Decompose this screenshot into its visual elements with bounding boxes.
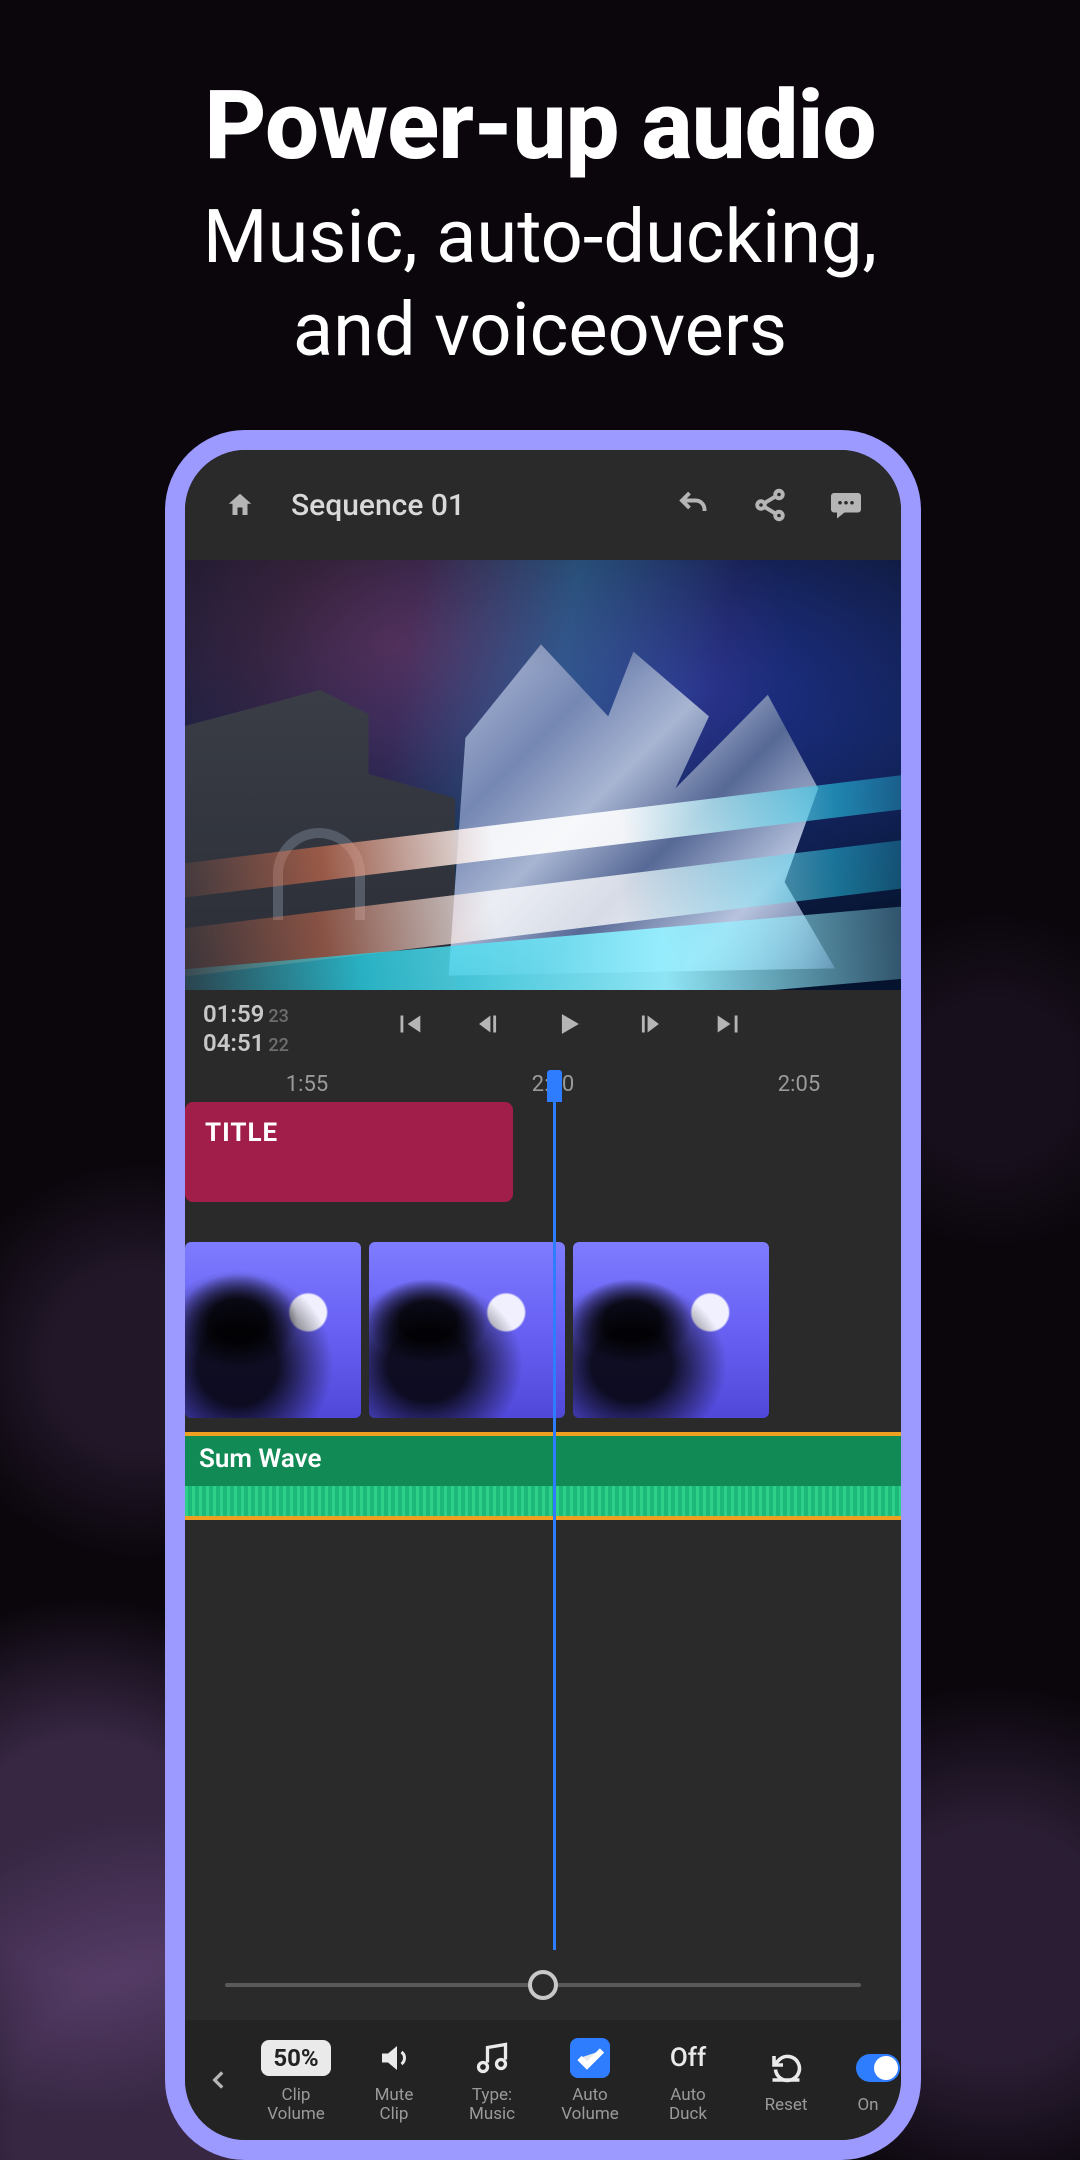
tool-reset[interactable]: Reset xyxy=(737,2036,835,2123)
tool-auto-duck[interactable]: Off AutoDuck xyxy=(639,2036,737,2123)
tool-on-toggle[interactable]: On xyxy=(835,2036,901,2123)
app-screen: Sequence 01 01:5923 04:5122 xyxy=(185,450,901,2140)
transport-buttons xyxy=(289,1004,889,1044)
checkbox-checked-icon xyxy=(570,2038,610,2078)
total-frames: 22 xyxy=(268,1035,288,1056)
tool-clip-volume[interactable]: 50% ClipVolume xyxy=(247,2036,345,2123)
feedback-button[interactable] xyxy=(821,487,871,523)
music-icon xyxy=(474,2040,510,2076)
next-clip-button[interactable] xyxy=(709,1004,749,1044)
video-clip[interactable] xyxy=(185,1242,361,1418)
bottom-toolbar: 50% ClipVolume MuteClip Type:Music AutoV… xyxy=(185,2020,901,2140)
share-button[interactable] xyxy=(745,487,795,523)
timeline[interactable]: TITLE Sum Wave xyxy=(185,1102,901,1950)
frame-back-icon xyxy=(472,1007,506,1041)
chat-icon xyxy=(828,487,864,523)
toolbar-back-button[interactable] xyxy=(191,2067,247,2093)
tool-mute-clip[interactable]: MuteClip xyxy=(345,2036,443,2123)
tool-label: Clip xyxy=(380,2104,409,2124)
tool-label: Clip xyxy=(282,2085,311,2105)
toggle-on-icon xyxy=(856,2054,900,2082)
frame-fwd-icon xyxy=(632,1007,666,1041)
ruler-tick: 1:55 xyxy=(286,1072,328,1097)
frame-fwd-button[interactable] xyxy=(629,1004,669,1044)
skip-prev-icon xyxy=(392,1007,426,1041)
title-clip-label: TITLE xyxy=(205,1118,278,1148)
skip-next-icon xyxy=(712,1007,746,1041)
tool-label: Duck xyxy=(669,2104,707,2124)
tool-label: Reset xyxy=(765,2095,808,2115)
tool-type-music[interactable]: Type:Music xyxy=(443,2036,541,2123)
audio-clip-label: Sum Wave xyxy=(185,1436,335,1482)
tool-label: Type: xyxy=(472,2085,512,2105)
home-icon xyxy=(223,490,257,520)
sequence-title[interactable]: Sequence 01 xyxy=(291,488,465,523)
promo-subtitle: Music, auto-ducking, and voiceovers xyxy=(0,192,1080,377)
volume-icon xyxy=(376,2040,412,2076)
auto-duck-value: Off xyxy=(670,2043,706,2073)
ruler-tick: 2:05 xyxy=(778,1072,820,1097)
tool-label: Mute xyxy=(375,2085,414,2105)
home-button[interactable] xyxy=(215,490,265,520)
chevron-left-icon xyxy=(206,2067,232,2093)
play-button[interactable] xyxy=(549,1004,589,1044)
promo-sub-line1: Music, auto-ducking, xyxy=(203,194,877,281)
current-frames: 23 xyxy=(268,1006,288,1027)
device-frame: Sequence 01 01:5923 04:5122 xyxy=(165,430,921,2160)
top-bar: Sequence 01 xyxy=(185,450,901,560)
play-icon xyxy=(552,1007,586,1041)
audio-clip[interactable]: Sum Wave xyxy=(185,1432,901,1520)
tool-label: Music xyxy=(469,2104,515,2124)
video-clip[interactable] xyxy=(369,1242,565,1418)
zoom-slider-row xyxy=(185,1950,901,2020)
share-icon xyxy=(752,487,788,523)
promo-sub-line2: and voiceovers xyxy=(293,287,787,374)
tool-label: Auto xyxy=(670,2085,705,2105)
video-track[interactable] xyxy=(185,1242,901,1418)
zoom-thumb[interactable] xyxy=(528,1970,558,2000)
promo-block: Power-up audio Music, auto-ducking, and … xyxy=(0,0,1080,377)
tool-label: Volume xyxy=(561,2104,619,2124)
undo-button[interactable] xyxy=(669,487,719,523)
prev-clip-button[interactable] xyxy=(389,1004,429,1044)
clip-volume-value: 50% xyxy=(261,2040,330,2076)
tool-label: Volume xyxy=(267,2104,325,2124)
reset-icon xyxy=(768,2050,804,2086)
frame-back-button[interactable] xyxy=(469,1004,509,1044)
title-clip[interactable]: TITLE xyxy=(185,1102,513,1202)
playhead[interactable] xyxy=(553,1102,556,1950)
tool-label: On xyxy=(857,2095,878,2115)
time-ruler[interactable]: 1:55 2:00 2:05 xyxy=(185,1070,901,1102)
total-time: 04:51 xyxy=(203,1029,264,1057)
current-time: 01:59 xyxy=(203,1000,264,1028)
zoom-slider[interactable] xyxy=(225,1983,861,1987)
undo-icon xyxy=(676,487,712,523)
promo-title: Power-up audio xyxy=(0,70,1080,182)
transport-bar: 01:5923 04:5122 xyxy=(185,990,901,1070)
tool-label: Auto xyxy=(572,2085,607,2105)
video-preview[interactable] xyxy=(185,560,901,990)
tool-auto-volume[interactable]: AutoVolume xyxy=(541,2036,639,2123)
video-clip[interactable] xyxy=(573,1242,769,1418)
timecode[interactable]: 01:5923 04:5122 xyxy=(203,1000,289,1058)
